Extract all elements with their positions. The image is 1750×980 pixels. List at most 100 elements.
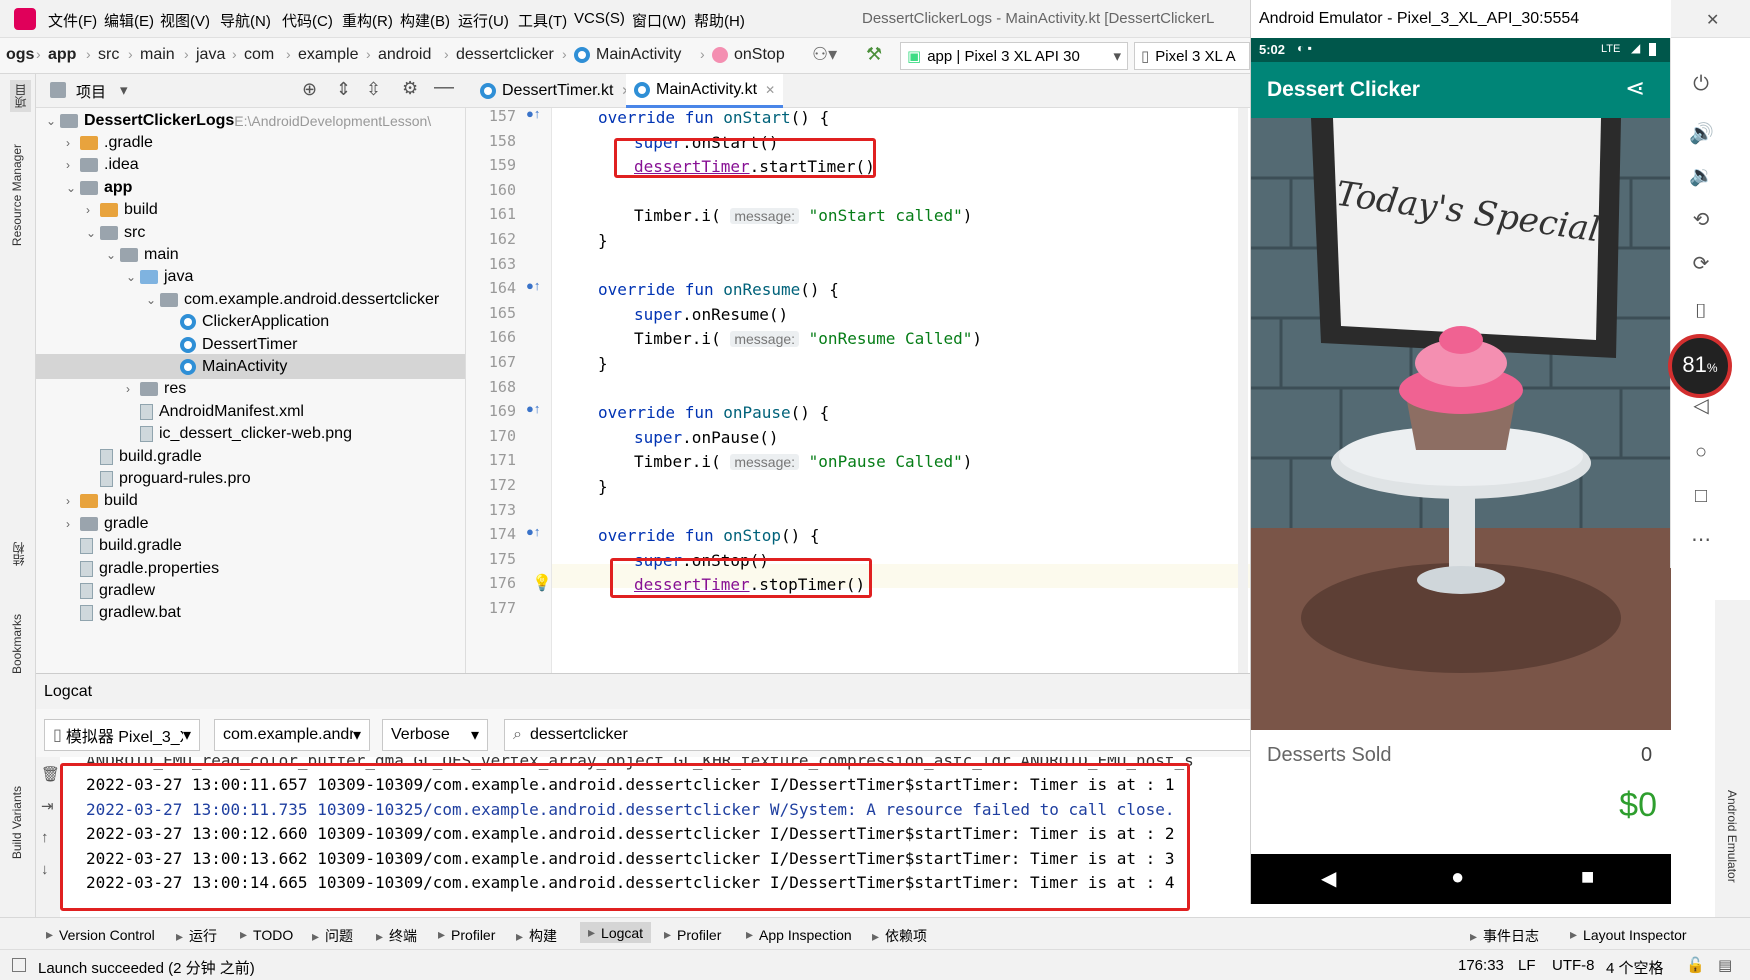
phone-screen[interactable]: 5:02 ◐ ▪ LTE ◢ Dessert Clicker ⋖ Today's…: [1251, 38, 1671, 904]
tree-node[interactable]: ⌄ src: [86, 220, 145, 245]
lightbulb-icon[interactable]: 💡: [532, 573, 552, 593]
tool-window-button[interactable]: ▸ TODO: [240, 926, 293, 943]
tool-window-button[interactable]: ▸ Version Control: [46, 926, 155, 943]
home-icon[interactable]: ○: [1689, 440, 1713, 464]
tree-node[interactable]: ⌄ java: [126, 265, 193, 290]
tree-node[interactable]: ClickerApplication: [166, 310, 329, 335]
overview-icon[interactable]: □: [1689, 484, 1713, 508]
code-line[interactable]: super.onPause(): [634, 428, 779, 447]
menu-item[interactable]: 文件(F): [48, 10, 97, 31]
run-config-select[interactable]: ▣ app | Pixel 3 XL API 30 ▾: [900, 42, 1128, 70]
panel-toggle-icon[interactable]: [12, 958, 26, 972]
tree-node[interactable]: ⌄ app: [66, 175, 132, 200]
caret-position[interactable]: 176:33: [1458, 957, 1504, 974]
tree-node[interactable]: › build: [66, 489, 138, 514]
breadcrumb-item[interactable]: onStop: [712, 46, 785, 64]
android-emulator-tab[interactable]: Android Emulator: [1725, 790, 1739, 883]
breadcrumb-item[interactable]: dessertclicker: [456, 46, 554, 64]
tree-node[interactable]: DessertTimer: [166, 332, 297, 357]
back-icon[interactable]: ◀: [1321, 866, 1336, 891]
code-scrollbar[interactable]: [1238, 108, 1248, 673]
breadcrumb-item[interactable]: MainActivity: [574, 46, 681, 64]
tree-node[interactable]: › .idea: [66, 153, 139, 178]
trash-icon[interactable]: 🗑: [41, 765, 60, 783]
logcat-level-select[interactable]: Verbose ▾: [382, 719, 488, 751]
tree-node[interactable]: › .gradle: [66, 130, 153, 155]
expanded-arrow-icon[interactable]: ⌄: [86, 226, 100, 240]
tree-node[interactable]: ic_dessert_clicker-web.png: [126, 422, 352, 447]
structure-tab[interactable]: 结构: [10, 542, 27, 566]
volume-up-icon[interactable]: 🔊: [1689, 122, 1714, 146]
line-separator[interactable]: LF: [1518, 957, 1536, 974]
menu-item[interactable]: 工具(T): [518, 10, 567, 31]
code-line[interactable]: Timber.i( message: "onStart called"): [634, 206, 972, 225]
expand-all-icon[interactable]: ⇕: [336, 79, 351, 100]
tree-node[interactable]: › res: [126, 377, 186, 402]
collapsed-arrow-icon[interactable]: ›: [66, 494, 80, 508]
logcat-search-input[interactable]: ⌕ dessertclicker: [504, 719, 1250, 751]
collapsed-arrow-icon[interactable]: ›: [66, 158, 80, 172]
code-line[interactable]: }: [598, 231, 608, 250]
breadcrumb-item[interactable]: example: [298, 46, 358, 64]
menu-item[interactable]: VCS(S): [574, 10, 625, 27]
project-tool-tab[interactable]: 项目: [10, 80, 31, 112]
close-icon[interactable]: ✕: [765, 83, 775, 97]
share-icon[interactable]: ⋖: [1625, 74, 1645, 103]
menu-item[interactable]: 导航(N): [220, 10, 271, 31]
menu-item[interactable]: 视图(V): [160, 10, 210, 31]
collapsed-arrow-icon[interactable]: ›: [66, 136, 80, 150]
project-panel-title[interactable]: 项目: [76, 81, 106, 102]
tool-window-button[interactable]: ▸ Profiler: [438, 926, 495, 943]
code-line[interactable]: Timber.i( message: "onResume Called"): [634, 329, 982, 348]
collapse-all-icon[interactable]: ⇳: [366, 79, 381, 100]
hide-panel-icon[interactable]: —: [434, 76, 454, 99]
breadcrumb-item[interactable]: com: [244, 46, 274, 64]
tree-node[interactable]: gradlew: [66, 578, 155, 603]
expanded-arrow-icon[interactable]: ⌄: [66, 181, 80, 195]
collapsed-arrow-icon[interactable]: ›: [86, 203, 100, 217]
lock-icon[interactable]: 🔓: [1686, 956, 1705, 974]
recents-icon[interactable]: ■: [1581, 864, 1594, 890]
collapsed-arrow-icon[interactable]: ›: [66, 517, 80, 531]
code-line[interactable]: override fun onResume() {: [598, 280, 839, 299]
tool-window-button[interactable]: ▸ 依赖项: [872, 926, 927, 946]
chevron-down-icon[interactable]: ▾: [120, 81, 128, 99]
override-marker-icon[interactable]: ●↑: [526, 524, 540, 539]
tree-node[interactable]: build.gradle: [66, 534, 182, 559]
tree-node[interactable]: proguard-rules.pro: [86, 466, 251, 491]
tool-window-button[interactable]: ▸ Profiler: [664, 926, 721, 943]
code-editor[interactable]: override fun onStart() {super.onStart() d…: [552, 108, 1250, 673]
gear-icon[interactable]: ⚙: [402, 78, 418, 99]
breadcrumb-item[interactable]: android: [378, 46, 431, 64]
expanded-arrow-icon[interactable]: ⌄: [146, 293, 160, 307]
logcat-output[interactable]: ANDROID_EMU_read_color_buffer_dma GL_OES…: [60, 757, 1250, 917]
tool-window-button[interactable]: ▸ 问题: [312, 926, 353, 946]
menu-item[interactable]: 构建(B): [400, 10, 450, 31]
home-icon[interactable]: ●: [1451, 864, 1464, 890]
user-icon[interactable]: ⚇▾: [812, 44, 837, 65]
code-line[interactable]: Timber.i( message: "onPause Called"): [634, 452, 972, 471]
logcat-package-select[interactable]: com.example.andr ▾: [214, 719, 370, 751]
soft-wrap-icon[interactable]: ⇥: [41, 797, 54, 815]
tree-node[interactable]: › gradle: [66, 511, 148, 536]
code-line[interactable]: override fun onPause() {: [598, 403, 829, 422]
tool-window-button[interactable]: ▸ Layout Inspector: [1570, 926, 1687, 943]
tool-window-button[interactable]: ▸ Logcat: [580, 922, 652, 943]
tree-node[interactable]: AndroidManifest.xml: [126, 399, 304, 424]
resource-manager-tab[interactable]: Resource Manager: [10, 144, 24, 246]
code-line[interactable]: override fun onStop() {: [598, 526, 820, 545]
breadcrumb-item[interactable]: ogs: [6, 46, 34, 64]
locate-icon[interactable]: ⊕: [302, 79, 317, 100]
arrow-down-icon[interactable]: ↓: [41, 861, 49, 878]
code-line[interactable]: override fun onStart() {: [598, 108, 829, 127]
tab-desserttimer[interactable]: DessertTimer.kt ✕: [472, 74, 639, 108]
breadcrumb-item[interactable]: java: [196, 46, 225, 64]
logcat-device-select[interactable]: ▯ 模拟器 Pixel_3_X ▾: [44, 719, 200, 751]
override-marker-icon[interactable]: ●↑: [526, 278, 540, 293]
tree-node[interactable]: › build: [86, 198, 158, 223]
code-line[interactable]: }: [598, 354, 608, 373]
expanded-arrow-icon[interactable]: ⌄: [46, 114, 60, 128]
expanded-arrow-icon[interactable]: ⌄: [106, 248, 120, 262]
more-icon[interactable]: ⋯: [1689, 528, 1713, 552]
menu-item[interactable]: 运行(U): [458, 10, 509, 31]
